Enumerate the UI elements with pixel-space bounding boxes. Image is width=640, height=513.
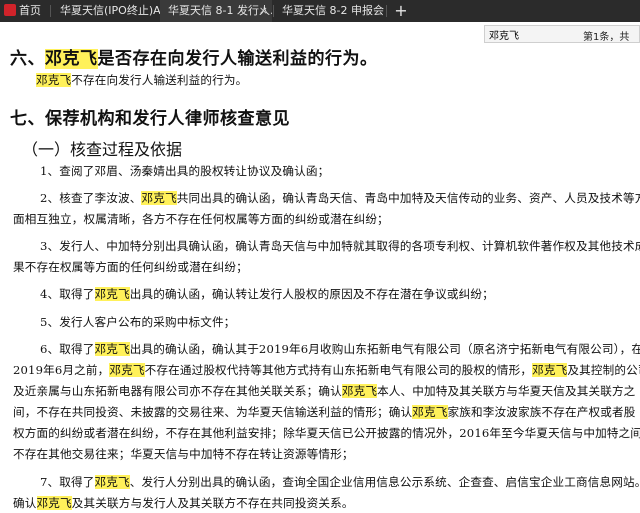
tab-label: 华夏天信 8-1 发行人...	[168, 4, 272, 17]
app-logo-icon	[4, 4, 16, 16]
tab-label: 首页	[19, 4, 41, 17]
search-highlight: 邓克飞	[141, 191, 177, 205]
paragraph-text: 出具的确认函，确认其于2019年6月收购山东拓新电气有限公司（原名济宁拓新电气有…	[129, 342, 640, 356]
tab-divider	[50, 5, 51, 17]
paragraph-text: 共同出具的确认函，确认青岛天信、青岛中加特及天信传动的业务、资产、人员及技术等方	[176, 191, 640, 205]
paragraph-text: 2、核查了李汝波、	[40, 191, 142, 205]
search-highlight: 邓克飞	[36, 496, 72, 510]
list-item: 7、取得了邓克飞、发行人分别出具的确认函，查询全国企业信用信息公示系统、企查查、…	[40, 474, 640, 490]
paragraph-text: 及其关联方与发行人及其关联方不存在共同投资关系。	[71, 496, 354, 510]
paragraph-text: 2019年6月之前，	[13, 363, 110, 377]
section-6-paragraph: 邓克飞不存在向发行人输送利益的行为。	[36, 72, 247, 88]
list-item-continuation: 间，不存在共同投资、未披露的交易往来、为华夏天信输送利益的情形；确认邓克飞家族和…	[13, 404, 635, 420]
paragraph-text: 及其控制的公司	[567, 363, 640, 377]
search-highlight: 邓克飞	[532, 363, 568, 377]
new-tab-button[interactable]: +	[392, 0, 410, 22]
search-highlight: 邓克飞	[45, 49, 98, 69]
tab-divider	[386, 5, 387, 17]
paragraph-text: 不存在向发行人输送利益的行为。	[71, 73, 248, 87]
list-item-continuation: 2019年6月之前，邓克飞不存在通过股权代持等其他方式持有山东拓新电气有限公司的…	[13, 362, 640, 378]
list-item-continuation: 不存在其他交易往来；华夏天信与中加特不存在转让资源等情形；	[13, 447, 354, 461]
list-item-continuation: 权方面的纠纷或者潜在纠纷，不存在其他利益安排；除华夏天信已公开披露的情况外，20…	[13, 426, 640, 440]
list-item: 2、核查了李汝波、邓克飞共同出具的确认函，确认青岛天信、青岛中加特及天信传动的业…	[40, 190, 640, 206]
tab-label: 华夏天信 8-2 申报会...	[282, 4, 384, 17]
list-item: 4、取得了邓克飞出具的确认函，确认转让发行人股权的原因及不存在潜在争议或纠纷；	[40, 286, 494, 302]
paragraph-text: 本人、中加特及其关联方与华夏天信及其关联方之	[377, 384, 636, 398]
list-item: 1、查阅了邓眉、汤秦婧出具的股权转让协议及确认函；	[40, 164, 330, 178]
paragraph-text: 、发行人分别出具的确认函，查询全国企业信用信息公示系统、企查查、启信宝企业工商信…	[129, 475, 640, 489]
paragraph-text: 及近亲属与山东拓新电器有限公司亦不存在其他关联关系；确认	[13, 384, 342, 398]
paragraph-text: 6、取得了	[40, 342, 95, 356]
tab-document-8-2[interactable]: 华夏天信 8-2 申报会...	[274, 0, 384, 22]
search-highlight: 邓克飞	[94, 475, 130, 489]
search-highlight: 邓克飞	[94, 342, 130, 356]
list-item: 5、发行人客户公布的采购中标文件；	[40, 315, 236, 329]
heading-text: 六、	[10, 49, 45, 69]
document-page: 六、邓克飞是否存在向发行人输送利益的行为。 邓克飞不存在向发行人输送利益的行为。…	[0, 22, 640, 513]
paragraph-text: 7、取得了	[40, 475, 95, 489]
list-item: 3、发行人、中加特分别出具确认函，确认青岛天信与中加特就其取得的各项专利权、计算…	[40, 239, 640, 253]
tab-document-a1[interactable]: 华夏天信(IPO终止)A1...	[52, 0, 160, 22]
close-tab-icon[interactable]: ×	[259, 0, 268, 22]
list-item-continuation: 面相互独立，权属清晰，各方不存在任何权属等方面的纠纷或潜在纠纷；	[13, 212, 389, 226]
search-highlight: 邓克飞	[36, 73, 72, 87]
paragraph-text: 间，不存在共同投资、未披露的交易往来、为华夏天信输送利益的情形；确认	[13, 405, 413, 419]
paragraph-text: 家族和李汝波家族不存在产权或者股	[447, 405, 636, 419]
paragraph-text: 确认	[13, 496, 37, 510]
search-highlight: 邓克飞	[412, 405, 448, 419]
tab-label: 华夏天信(IPO终止)A1...	[60, 4, 160, 17]
search-highlight: 邓克飞	[94, 287, 130, 301]
tab-home[interactable]: 首页	[0, 0, 48, 22]
search-highlight: 邓克飞	[341, 384, 378, 398]
section-6-heading: 六、邓克飞是否存在向发行人输送利益的行为。	[10, 44, 378, 69]
list-item-continuation: 及近亲属与山东拓新电器有限公司亦不存在其他关联关系；确认邓克飞本人、中加特及其关…	[13, 383, 635, 399]
section-7-heading: 七、保荐机构和发行人律师核查意见	[10, 109, 290, 129]
list-item: 6、取得了邓克飞出具的确认函，确认其于2019年6月收购山东拓新电气有限公司（原…	[40, 341, 640, 357]
list-item-continuation: 果不存在权属等方面的任何纠纷或潜在纠纷；	[13, 260, 248, 274]
subsection-heading: （一）核查过程及依据	[22, 140, 183, 159]
paragraph-text: 不存在通过股权代持等其他方式持有山东拓新电气有限公司的股权的情形，	[144, 363, 533, 377]
tab-document-8-1[interactable]: 华夏天信 8-1 发行人... ×	[160, 0, 272, 22]
search-highlight: 邓克飞	[109, 363, 145, 377]
paragraph-text: 出具的确认函，确认转让发行人股权的原因及不存在潜在争议或纠纷；	[129, 287, 494, 301]
list-item-continuation: 确认邓克飞及其关联方与发行人及其关联方不存在共同投资关系。	[13, 495, 354, 511]
paragraph-text: 4、取得了	[40, 287, 95, 301]
browser-tab-bar: 首页 华夏天信(IPO终止)A1... 华夏天信 8-1 发行人...× 华夏天…	[0, 0, 640, 22]
heading-text: 是否存在向发行人输送利益的行为。	[97, 49, 378, 69]
